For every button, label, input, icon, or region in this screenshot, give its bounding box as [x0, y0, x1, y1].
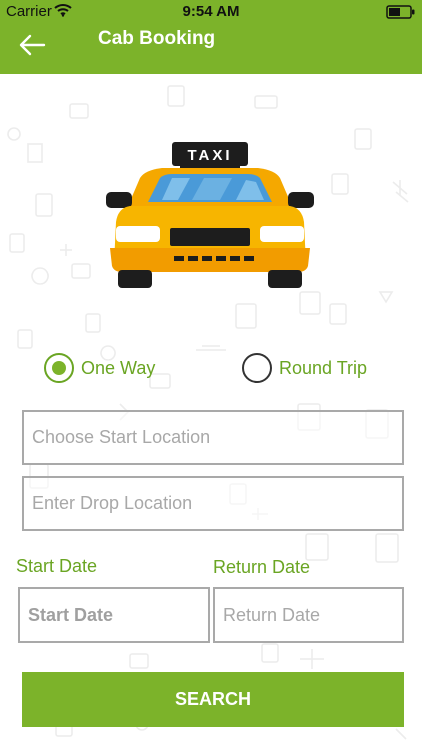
radio-one-way[interactable]: One Way	[44, 350, 155, 386]
app-bar: Cab Booking	[0, 24, 422, 74]
radio-one-way-label: One Way	[81, 357, 156, 378]
start-date-label: Start Date	[16, 556, 98, 576]
radio-round-trip[interactable]: Round Trip	[242, 350, 367, 386]
return-date-label: Return Date	[213, 557, 311, 577]
battery-icon	[386, 5, 416, 23]
back-button[interactable]	[18, 32, 52, 60]
start-location-input[interactable]: Choose Start Location	[22, 410, 404, 465]
radio-unselected-icon	[242, 353, 272, 383]
return-date-input[interactable]: Return Date	[213, 587, 404, 643]
radio-selected-icon	[44, 353, 74, 383]
status-time: 9:54 AM	[182, 3, 240, 20]
search-button[interactable]: SEARCH	[22, 672, 404, 727]
start-date-input[interactable]: Start Date	[18, 587, 210, 643]
radio-round-trip-label: Round Trip	[279, 357, 368, 378]
drop-location-input[interactable]: Enter Drop Location	[22, 476, 404, 531]
page-title: Cab Booking	[98, 28, 216, 49]
status-bar: Carrier 9:54 AM	[0, 0, 422, 24]
arrow-left-icon	[19, 34, 46, 56]
taxi-sign-text: TAXI	[187, 147, 232, 164]
taxi-icon: TAXI	[100, 126, 320, 291]
